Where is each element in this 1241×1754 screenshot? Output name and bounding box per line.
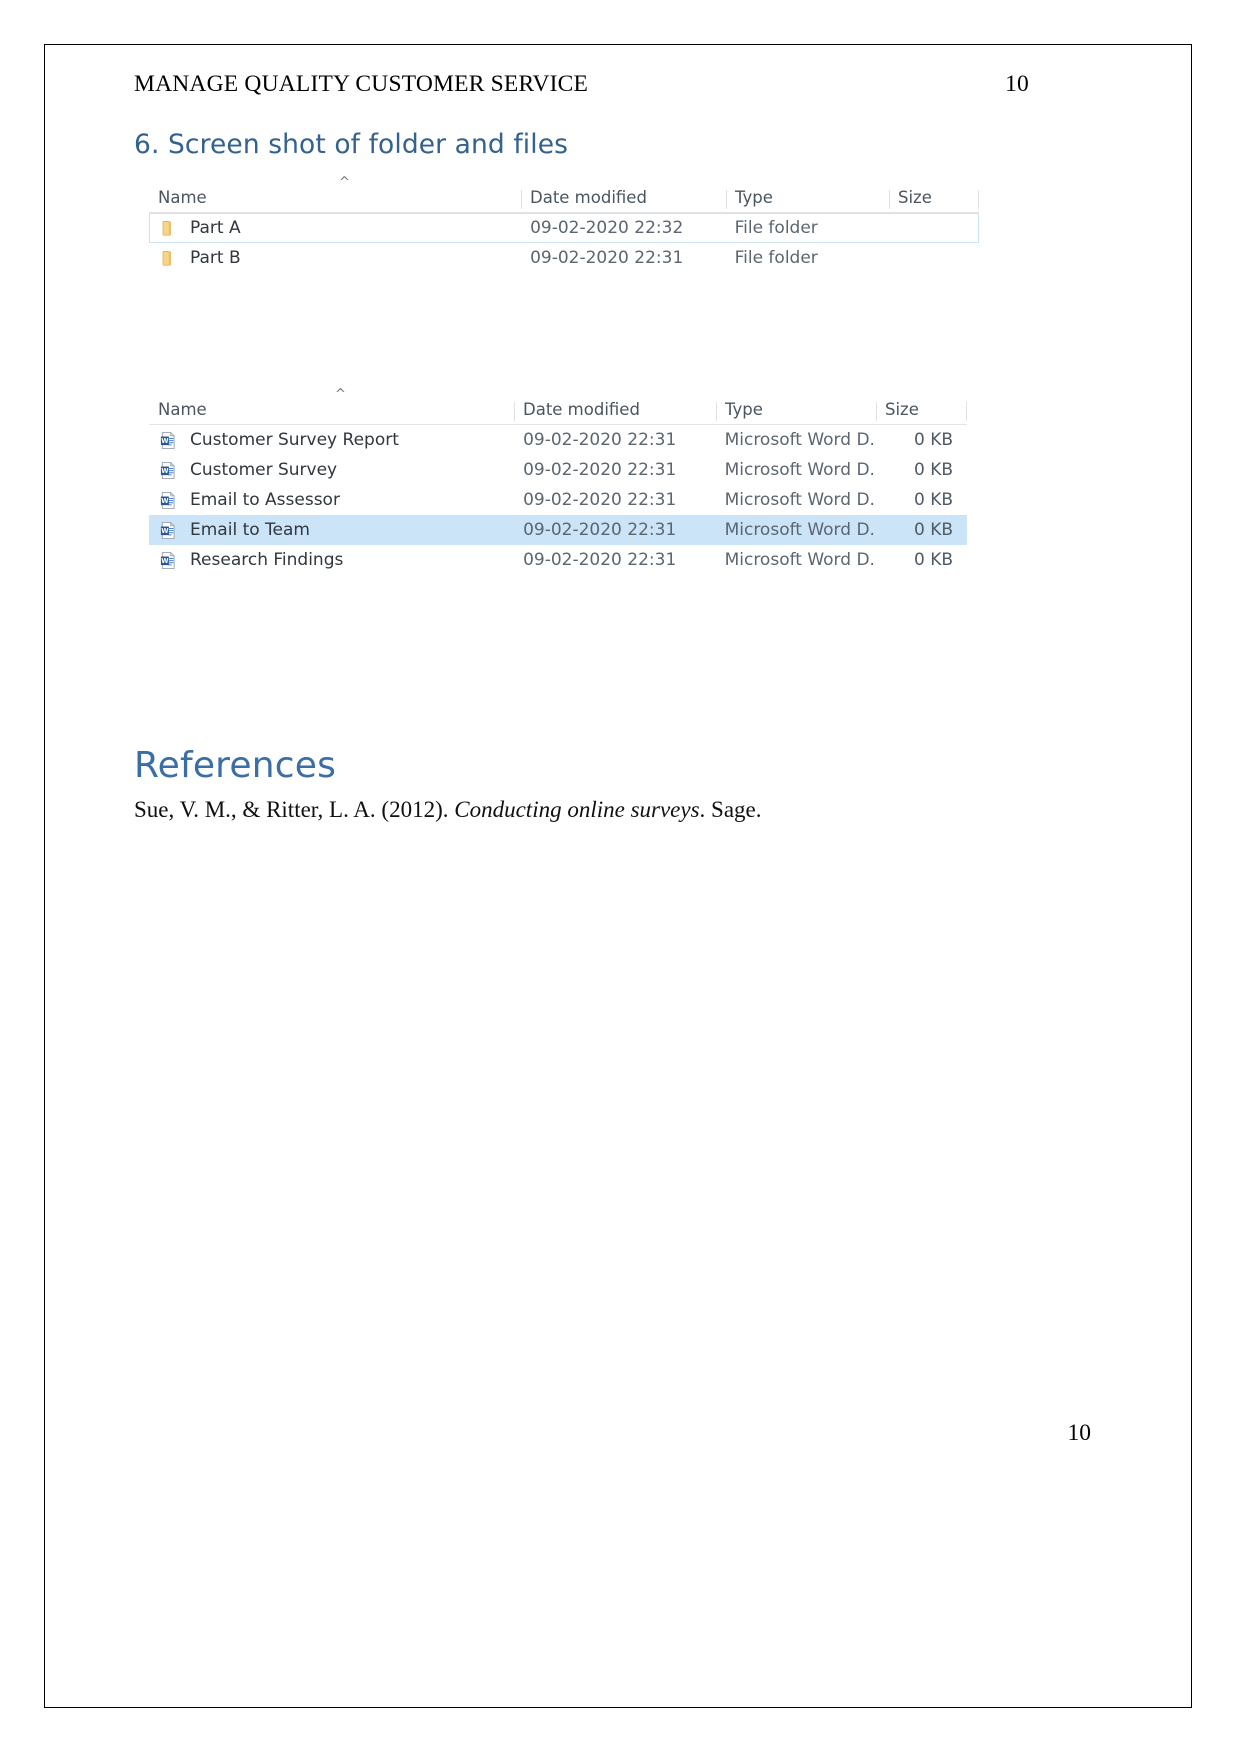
folder-row-date-cell: 09-02-2020 22:31 [530,248,684,268]
citation-publisher: . Sage. [699,797,762,822]
files-column-header-row: Name ^ Date modified Type Size [149,388,967,425]
word-document-icon: W [159,460,180,481]
file-row-name-cell: W Customer Survey Report [150,430,514,451]
folder-row-type-cell: File folder [734,248,818,268]
file-row-type-cell: Microsoft Word D... [724,550,876,570]
file-row-date-cell: 09-02-2020 22:31 [523,520,677,540]
file-row-size-cell: 0 KB [913,430,954,450]
folder-name-label: Part A [190,218,241,238]
table-row[interactable]: W Research Findings 09-02-2020 22:31 Mic… [149,545,967,575]
folders-name-label: Name [158,188,207,207]
file-row-name-cell: W Research Findings [150,550,514,571]
file-explorer-files-screenshot: Name ^ Date modified Type Size W Custome… [149,388,967,575]
file-row-type-cell: Microsoft Word D... [724,430,876,450]
table-row[interactable]: W Email to Assessor 09-02-2020 22:31 Mic… [149,485,967,515]
file-name-label: Customer Survey [190,460,338,480]
file-row-date-cell: 09-02-2020 22:31 [523,550,677,570]
table-row[interactable]: W Email to Team 09-02-2020 22:31 Microso… [149,515,967,545]
svg-text:W: W [161,557,169,565]
file-name-label: Email to Team [190,520,310,540]
column-header-size[interactable]: Size [876,400,967,424]
citation-title: Conducting online surveys [454,797,700,822]
column-header-name[interactable]: Name ^ [149,176,521,212]
svg-text:W: W [161,437,169,445]
running-header: MANAGE QUALITY CUSTOMER SERVICE 10 [134,71,1029,98]
document-page: MANAGE QUALITY CUSTOMER SERVICE 10 6. Sc… [44,44,1192,1708]
running-header-page-number: 10 [1005,71,1029,97]
table-row[interactable]: W Customer Survey 09-02-2020 22:31 Micro… [149,455,967,485]
word-document-icon: W [159,430,180,451]
file-row-size-cell: 0 KB [913,460,954,480]
column-header-date-modified[interactable]: Date modified [521,188,726,212]
file-name-label: Customer Survey Report [190,430,399,450]
folder-name-label: Part B [190,248,241,268]
svg-text:W: W [161,497,169,505]
sort-ascending-icon: ^ [339,175,350,190]
folder-row-name-cell: Part B [150,248,521,269]
table-row[interactable]: Part A 09-02-2020 22:32 File folder [149,213,979,243]
column-header-type[interactable]: Type [716,400,876,424]
column-header-size[interactable]: Size [889,188,979,212]
table-row[interactable]: Part B 09-02-2020 22:31 File folder [149,243,979,273]
folders-column-header-row: Name ^ Date modified Type Size [149,176,979,213]
folder-icon [159,248,180,269]
file-row-size-cell: 0 KB [913,490,954,510]
file-row-type-cell: Microsoft Word D... [724,490,876,510]
file-explorer-folders-screenshot: Name ^ Date modified Type Size Part A 09… [149,176,979,273]
folder-icon [159,218,180,239]
file-row-type-cell: Microsoft Word D... [724,460,876,480]
table-row[interactable]: W Customer Survey Report 09-02-2020 22:3… [149,425,967,455]
word-document-icon: W [159,520,180,541]
file-row-name-cell: W Email to Assessor [150,490,514,511]
footer-page-number: 10 [1067,1420,1092,1446]
section-heading: 6. Screen shot of folder and files [134,129,569,160]
folder-row-type-cell: File folder [734,218,818,238]
svg-text:W: W [161,467,169,475]
file-row-date-cell: 09-02-2020 22:31 [523,460,677,480]
svg-text:W: W [161,527,169,535]
folder-row-date-cell: 09-02-2020 22:32 [530,218,684,238]
file-row-date-cell: 09-02-2020 22:31 [523,430,677,450]
reference-citation: Sue, V. M., & Ritter, L. A. (2012). Cond… [134,797,762,823]
word-document-icon: W [159,490,180,511]
file-row-name-cell: W Customer Survey [150,460,514,481]
files-name-label: Name [158,400,207,419]
column-header-name[interactable]: Name ^ [149,388,514,424]
running-header-title: MANAGE QUALITY CUSTOMER SERVICE [134,71,589,97]
references-heading: References [134,745,337,786]
file-name-label: Research Findings [190,550,344,570]
file-row-size-cell: 0 KB [913,520,954,540]
citation-authors-year: Sue, V. M., & Ritter, L. A. (2012). [134,797,455,822]
word-document-icon: W [159,550,180,571]
file-row-name-cell: W Email to Team [150,520,514,541]
file-row-date-cell: 09-02-2020 22:31 [523,490,677,510]
folder-row-name-cell: Part A [150,218,521,239]
column-header-type[interactable]: Type [726,188,889,212]
file-row-type-cell: Microsoft Word D... [724,520,876,540]
sort-ascending-icon: ^ [335,387,346,402]
file-row-size-cell: 0 KB [913,550,954,570]
file-name-label: Email to Assessor [190,490,340,510]
column-header-date-modified[interactable]: Date modified [514,400,716,424]
